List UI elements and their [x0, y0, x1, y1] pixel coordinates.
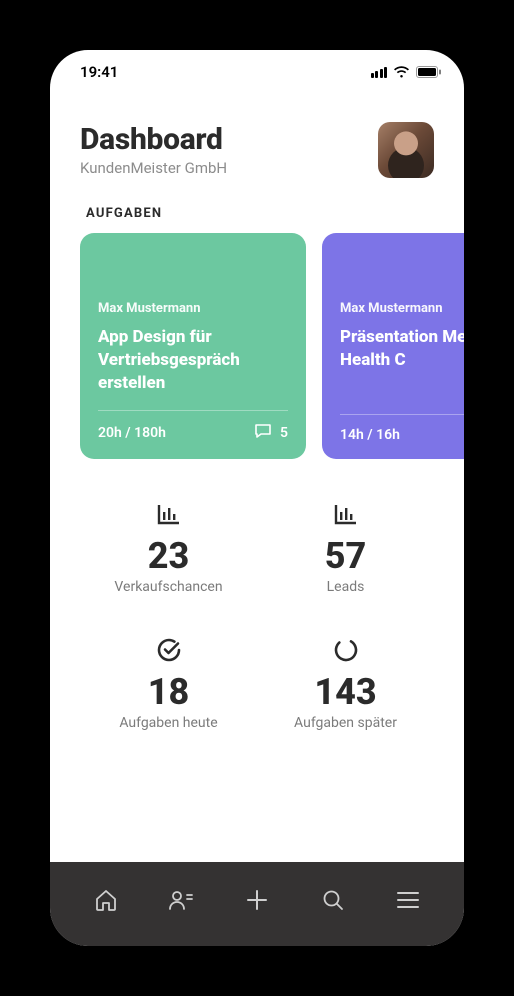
bar-chart-icon [156, 499, 182, 529]
user-add-icon [168, 888, 194, 916]
stats-grid: 23 Verkaufschancen 57 Leads 18 Aufgaben … [50, 499, 464, 731]
search-icon [321, 888, 345, 916]
stat-value: 143 [314, 671, 376, 713]
tasks-section-label: AUFGABEN [50, 206, 464, 221]
stat-value: 57 [325, 535, 367, 577]
task-comments[interactable]: 5 [254, 423, 288, 443]
nav-menu[interactable] [386, 880, 430, 924]
plus-icon [246, 889, 268, 915]
stat-label: Verkaufschancen [114, 579, 222, 595]
menu-icon [397, 892, 419, 912]
page-title: Dashboard [80, 122, 227, 157]
task-assignee: Max Mustermann [98, 301, 288, 316]
task-time: 20h / 180h [98, 425, 166, 441]
comment-icon [254, 423, 272, 443]
nav-home[interactable] [84, 880, 128, 924]
stat-label: Aufgaben heute [119, 715, 217, 731]
status-time: 19:41 [80, 63, 118, 81]
phone-frame: 19:41 Dashboard KundenMeister GmbH AUFGA… [50, 50, 464, 946]
task-comments-count: 5 [280, 425, 288, 441]
task-time: 14h / 16h [340, 427, 400, 443]
task-title: Präsentation Medical Health C [340, 326, 464, 414]
home-icon [94, 888, 118, 916]
task-assignee: Max Mustermann [340, 301, 464, 316]
stat-value: 23 [148, 535, 190, 577]
page-subtitle: KundenMeister GmbH [80, 159, 227, 177]
nav-search[interactable] [311, 880, 355, 924]
stat-aufgaben-spaeter[interactable]: 143 Aufgaben später [257, 635, 434, 731]
header-text: Dashboard KundenMeister GmbH [80, 122, 227, 177]
stat-value: 18 [148, 671, 190, 713]
task-card[interactable]: Max Mustermann Präsentation Medical Heal… [322, 233, 464, 459]
progress-circle-icon [332, 635, 360, 665]
avatar[interactable] [378, 122, 434, 178]
task-card[interactable]: Max Mustermann App Design für Vertriebsg… [80, 233, 306, 459]
check-circle-icon [155, 635, 183, 665]
task-footer: 14h / 16h [340, 414, 464, 443]
bar-chart-icon [333, 499, 359, 529]
stat-label: Leads [327, 579, 365, 595]
stat-label: Aufgaben später [294, 715, 397, 731]
cellular-signal-icon [371, 67, 388, 78]
nav-add[interactable] [235, 880, 279, 924]
status-bar: 19:41 [50, 50, 464, 94]
bottom-nav [50, 862, 464, 946]
battery-icon [416, 66, 442, 78]
nav-user-add[interactable] [159, 880, 203, 924]
task-footer: 20h / 180h 5 [98, 410, 288, 443]
main-content: Dashboard KundenMeister GmbH AUFGABEN Ma… [50, 94, 464, 862]
stat-verkaufschancen[interactable]: 23 Verkaufschancen [80, 499, 257, 595]
stat-aufgaben-heute[interactable]: 18 Aufgaben heute [80, 635, 257, 731]
stat-leads[interactable]: 57 Leads [257, 499, 434, 595]
status-indicators [371, 66, 443, 78]
task-cards-row[interactable]: Max Mustermann App Design für Vertriebsg… [50, 233, 464, 459]
task-title: App Design für Vertriebsgespräch erstell… [98, 326, 288, 410]
wifi-icon [393, 66, 410, 78]
dashboard-header: Dashboard KundenMeister GmbH [50, 122, 464, 178]
